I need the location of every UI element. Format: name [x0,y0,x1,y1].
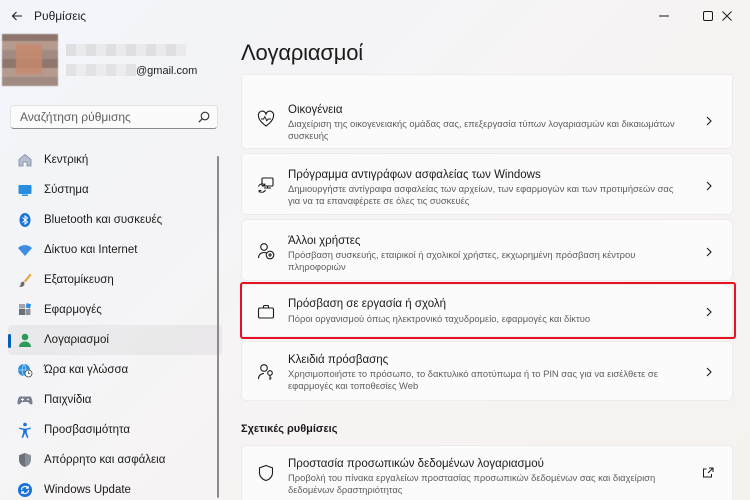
close-icon [722,11,732,21]
sidebar-nav: Κεντρική Σύστημα Bluetooth και συσκευές … [8,145,222,500]
account-name-redacted [66,44,186,56]
sidebar-item-gaming[interactable]: Παιχνίδια [8,385,222,415]
sidebar-item-personalization[interactable]: Εξατομίκευση [8,265,222,295]
card-description: Πόροι οργανισμού όπως ηλεκτρονικό ταχυδρ… [288,313,591,324]
sidebar-item-label: Κεντρική [44,154,89,166]
update-icon [16,481,34,499]
card-passkeys[interactable]: Κλειδιά πρόσβασης Χρησιμοποιήστε το πρόσ… [241,341,733,401]
sidebar-scrollbar[interactable] [217,156,219,498]
briefcase-icon [256,302,276,322]
minimize-icon [659,15,669,17]
backup-icon [256,175,276,195]
back-arrow-icon [11,11,22,21]
accessibility-icon [16,421,34,439]
page-title: Λογαριασμοί [241,40,363,65]
sidebar-item-time-language[interactable]: Ώρα και γλώσσα [8,355,222,385]
chevron-right-icon [706,367,712,377]
title-bar: Ρυθμίσεις [0,0,750,32]
external-link-icon [703,467,714,478]
chevron-right-icon [706,181,712,191]
sidebar-item-network[interactable]: Δίκτυο και Internet [8,235,222,265]
sidebar-item-label: Ώρα και γλώσσα [44,364,129,376]
add-user-icon [256,241,276,261]
card-other-users[interactable]: Άλλοι χρήστες Πρόσβαση συσκευής, εταιρικ… [241,219,733,281]
account-profile[interactable]: @gmail.com [0,34,230,94]
bluetooth-icon [16,211,34,229]
sidebar-item-label: Σύστημα [44,184,89,196]
brush-icon [16,271,34,289]
card-windows-backup[interactable]: Πρόγραμμα αντιγράφων ασφαλείας των Windo… [241,153,733,215]
shield-icon [16,451,34,469]
accounts-icon [16,331,34,349]
card-description: Δημιουργήστε αντίγραφα ασφαλείας των αρχ… [288,183,674,206]
app-title: Ρυθμίσεις [34,9,87,23]
card-description: Διαχείριση της οικογενειακής ομάδας σας,… [288,118,675,141]
shield-outline-icon [256,463,276,483]
sidebar-item-label: Προσβασιμότητα [44,424,131,436]
sidebar-item-label: Δίκτυο και Internet [44,244,138,256]
system-icon [16,181,34,199]
sidebar-item-privacy-security[interactable]: Απόρρητο και ασφάλεια [8,445,222,475]
card-title: Προστασία προσωπικών δεδομένων λογαριασμ… [288,458,544,470]
chevron-right-icon [706,247,712,257]
sidebar-item-accounts[interactable]: Λογαριασμοί [8,325,222,355]
chevron-right-icon [706,307,712,317]
account-email: @gmail.com [136,65,198,77]
card-title: Πρόσβαση σε εργασία ή σχολή [288,298,447,310]
card-title: Κλειδιά πρόσβασης [288,354,389,366]
sidebar-item-label: Απόρρητο και ασφάλεια [44,454,166,466]
sidebar-item-label: Εξατομίκευση [44,274,114,286]
card-title: Άλλοι χρήστες [288,235,361,247]
search-input[interactable] [11,106,191,128]
sidebar-item-label: Εφαρμογές [44,304,102,316]
search-icon[interactable] [198,111,210,123]
close-button[interactable] [704,0,750,32]
sidebar-item-system[interactable]: Σύστημα [8,175,222,205]
gamepad-icon [16,391,34,409]
back-button[interactable] [6,5,28,27]
card-description: Πρόσβαση συσκευής, εταιρικοί ή σχολικοί … [288,249,636,272]
card-family[interactable]: Οικογένεια Διαχείριση της οικογενειακής … [241,74,733,149]
sidebar-item-label: Λογαριασμοί [44,334,109,346]
account-email-redacted [66,64,136,76]
passkey-icon [256,362,276,382]
card-work-school-access[interactable]: Πρόσβαση σε εργασία ή σχολή Πόροι οργανι… [241,284,733,337]
sidebar-item-label: Windows Update [44,484,131,496]
card-title: Πρόγραμμα αντιγράφων ασφαλείας των Windo… [288,169,541,181]
sidebar-item-label: Παιχνίδια [44,394,92,406]
sidebar-item-accessibility[interactable]: Προσβασιμότητα [8,415,222,445]
globe-clock-icon [16,361,34,379]
settings-search[interactable] [10,105,218,129]
apps-icon [16,301,34,319]
sidebar-item-home[interactable]: Κεντρική [8,145,222,175]
card-title: Οικογένεια [288,104,343,116]
avatar [2,34,58,86]
card-description: Χρησιμοποιήστε το πρόσωπο, το δακτυλικό … [288,368,658,391]
sidebar-item-apps[interactable]: Εφαρμογές [8,295,222,325]
card-description: Προβολή του πίνακα εργαλείων προστασίας … [288,472,656,495]
minimize-button[interactable] [641,0,687,32]
sidebar-item-bluetooth[interactable]: Bluetooth και συσκευές [8,205,222,235]
family-heart-icon [256,109,276,129]
wifi-icon [16,241,34,259]
related-settings-heading: Σχετικές ρυθμίσεις [241,423,338,435]
chevron-right-icon [706,116,712,126]
sidebar-item-windows-update[interactable]: Windows Update [8,475,222,500]
sidebar-item-label: Bluetooth και συσκευές [44,214,163,226]
home-icon [16,151,34,169]
card-account-privacy[interactable]: Προστασία προσωπικών δεδομένων λογαριασμ… [241,445,733,500]
